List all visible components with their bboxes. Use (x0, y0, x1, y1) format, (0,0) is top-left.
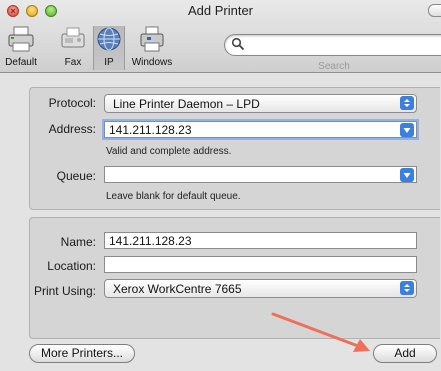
address-field[interactable]: 141.211.128.23 (104, 121, 417, 138)
more-printers-button[interactable]: More Printers... (29, 344, 135, 363)
dropdown-arrow-icon (400, 168, 414, 182)
annotation-arrow-icon (271, 312, 370, 352)
address-help-text: Valid and complete address. (106, 146, 232, 157)
add-button[interactable]: Add (373, 344, 437, 363)
toolbar-toggle-button[interactable] (428, 4, 441, 17)
toolbar-ip-label: IP (104, 57, 114, 68)
address-value: 141.211.128.23 (109, 123, 192, 137)
queue-field[interactable] (104, 166, 417, 183)
toolbar-fax-label: Fax (64, 57, 82, 68)
toolbar-default-label: Default (5, 57, 37, 68)
printer-icon (8, 26, 34, 52)
protocol-label: Protocol: (48, 96, 96, 110)
popup-arrows-icon (400, 96, 414, 110)
windows-printer-icon (140, 26, 164, 52)
dropdown-arrow-icon (400, 123, 414, 137)
search-icon (231, 37, 245, 51)
popup-arrows-icon (400, 281, 414, 295)
protocol-popup[interactable]: Line Printer Daemon – LPD (104, 94, 417, 113)
queue-help-text: Leave blank for default queue. (106, 191, 241, 202)
globe-icon (97, 27, 121, 51)
print-using-popup[interactable]: Xerox WorkCentre 7665 (104, 279, 417, 298)
search-field[interactable] (224, 34, 441, 56)
print-using-value: Xerox WorkCentre 7665 (113, 282, 242, 296)
queue-label: Queue: (56, 169, 96, 183)
location-field[interactable] (104, 256, 417, 273)
name-field[interactable]: 141.211.128.23 (104, 232, 417, 249)
address-label: Address: (48, 122, 96, 136)
toolbar-windows-label: Windows (131, 57, 173, 68)
protocol-value: Line Printer Daemon – LPD (113, 97, 260, 111)
toolbar-windows[interactable]: Windows (127, 26, 177, 70)
add-printer-window: × Add Printer Default Fax IP Windows Sea… (0, 0, 441, 371)
name-value: 141.211.128.23 (109, 234, 192, 248)
search-caption: Search (318, 61, 350, 72)
toolbar-fax[interactable]: Fax (57, 26, 89, 70)
fax-icon (61, 27, 85, 48)
toolbar-default[interactable]: Default (2, 26, 40, 70)
print-using-label: Print Using: (33, 284, 96, 298)
title-toolbar: × Add Printer Default Fax IP Windows Sea… (0, 0, 441, 73)
window-title: Add Printer (187, 3, 254, 18)
name-label: Name: (60, 235, 96, 249)
location-label: Location: (47, 259, 96, 273)
toolbar-ip[interactable]: IP (93, 26, 125, 70)
